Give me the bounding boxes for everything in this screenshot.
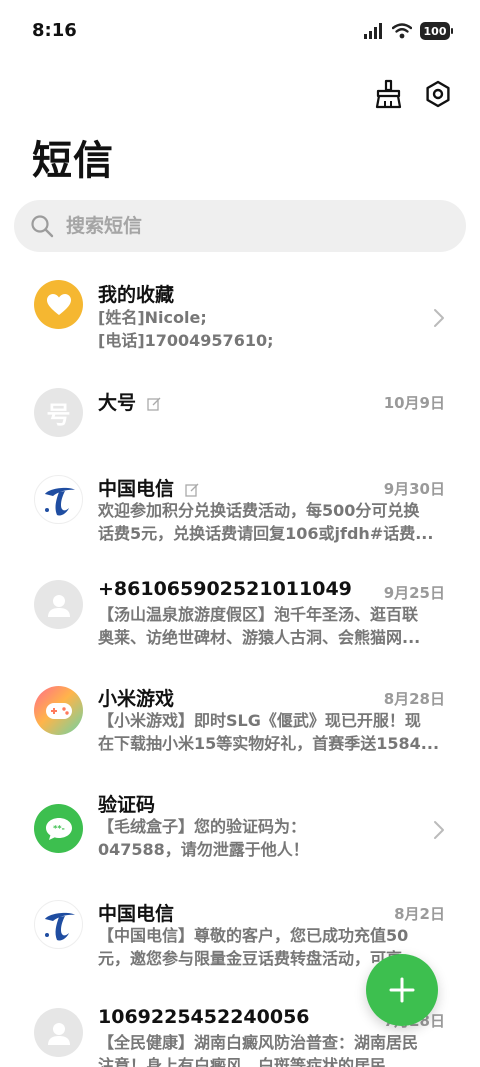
conversation-preview: 【小米游戏】即时SLG《偃武》现已开服！现 在下载抽小米15等实物好礼，首赛季送… [98, 709, 443, 755]
china-telecom-logo-icon [44, 912, 75, 941]
preview-line-2: 奥莱、访绝世碑材、游猿人古洞、会熊猫网... [98, 628, 421, 647]
verification-avatar: **- [34, 804, 83, 853]
draft-icon [184, 483, 199, 497]
conversation-title: +8610659025210110​49 [98, 578, 352, 600]
conversation-item[interactable]: 中国电信 9月30日 欢迎参加积分兑换话费活动，每500分可兑换 话费5元，兑换… [0, 470, 480, 570]
conversation-title: 我的收藏 [98, 284, 175, 306]
chat-bubble-icon: **- [45, 817, 72, 840]
preview-line-1: 【毛绒盒子】您的验证码为： [98, 817, 307, 836]
svg-text:**-: **- [53, 824, 65, 833]
conversation-date: 9月30日 [383, 480, 445, 498]
contact-avatar: 号 [34, 388, 83, 437]
favorite-avatar [34, 280, 83, 329]
draft-icon [146, 397, 161, 411]
gamepad-icon [45, 702, 72, 719]
search-input[interactable] [66, 215, 426, 237]
search-icon [31, 215, 54, 238]
preview-line-2: 注意！身上有白癜风、白斑等症状的居民... [98, 1056, 405, 1067]
person-icon [47, 594, 70, 617]
settings-icon[interactable] [422, 78, 454, 110]
person-icon [47, 1022, 70, 1045]
conversation-title: 1069225452240056 [98, 1006, 310, 1028]
preview-line-1: 【中国电信】尊敬的客户，您已成功充值50 [98, 926, 409, 945]
preview-line-2: [电话]17004957610; [98, 331, 274, 350]
avatar-initial: 号 [46, 401, 71, 429]
preview-line-1: 欢迎参加积分兑换话费活动，每500分可兑换 [98, 501, 420, 520]
preview-line-1: 【全民健康】湖南白癜风防治普查：湖南居民 [98, 1033, 419, 1052]
conversation-title: 中国电信 [98, 474, 199, 501]
conversation-date: 10月9日 [383, 394, 445, 412]
conversation-title-text: 中国电信 [98, 478, 175, 500]
status-icons: 100 [364, 22, 453, 40]
contact-avatar [34, 1008, 83, 1057]
conversation-title: 大号 [98, 388, 161, 415]
status-bar: 8:16 100 [0, 0, 480, 64]
page-title: 短信 [32, 138, 114, 184]
conversation-preview: [姓名]Nicole; [电话]17004957610; [98, 306, 443, 352]
conversation-item[interactable]: 号 大号 10月9日 [0, 376, 480, 476]
chevron-right-icon [434, 309, 444, 327]
conversation-item[interactable]: 小米游戏 8月28日 【小米游戏】即时SLG《偃武》现已开服！现 在下载抽小米1… [0, 682, 480, 782]
conversation-preview: 【全民健康】湖南白癜风防治普查：湖南居民 注意！身上有白癜风、白斑等症状的居民.… [98, 1031, 443, 1067]
search-bar[interactable] [14, 200, 466, 252]
conversation-title-text: 大号 [98, 392, 137, 414]
china-telecom-logo-icon [44, 487, 75, 516]
heart-icon [46, 293, 71, 315]
preview-line-1: 【汤山温泉旅游度假区】泡千年圣汤、逛百联 [98, 605, 419, 624]
broom-icon[interactable] [372, 78, 404, 110]
conversation-item[interactable]: +8610659025210110​49 9月25日 【汤山温泉旅游度假区】泡千… [0, 576, 480, 676]
conversation-date: 9月25日 [383, 584, 445, 602]
preview-line-2: 在下载抽小米15等实物好礼，首赛季送1584... [98, 734, 440, 753]
chevron-right-icon [434, 821, 444, 839]
new-message-button[interactable] [366, 954, 438, 1026]
conversation-title: 小米游戏 [98, 688, 175, 710]
conversation-preview: 欢迎参加积分兑换话费活动，每500分可兑换 话费5元，兑换话费请回复106或jf… [98, 499, 443, 545]
top-actions [372, 78, 454, 110]
conversation-preview: 【毛绒盒子】您的验证码为： 047588，请勿泄露于他人！ [98, 815, 443, 861]
preview-line-2: 047588，请勿泄露于他人！ [98, 840, 309, 859]
preview-line-1: 【小米游戏】即时SLG《偃武》现已开服！现 [98, 711, 421, 730]
preview-line-1: [姓名]Nicole; [98, 308, 207, 327]
signal-icon [364, 23, 382, 39]
conversation-title: 验证码 [98, 794, 156, 816]
battery-icon: 100 [420, 22, 453, 40]
conversation-item[interactable]: 我的收藏 [姓名]Nicole; [电话]17004957610; [0, 270, 480, 370]
telecom-avatar [34, 475, 83, 524]
conversation-preview: 【汤山温泉旅游度假区】泡千年圣汤、逛百联 奥莱、访绝世碑材、游猿人古洞、会熊猫网… [98, 603, 443, 649]
plus-icon [389, 977, 415, 1003]
conversation-item[interactable]: **- 验证码 【毛绒盒子】您的验证码为： 047588，请勿泄露于他人！ [0, 788, 480, 888]
conversation-title: 中国电信 [98, 903, 175, 925]
contact-avatar [34, 580, 83, 629]
conversation-date: 8月2日 [394, 905, 445, 923]
telecom-avatar [34, 900, 83, 949]
conversation-date: 8月28日 [383, 690, 445, 708]
status-time: 8:16 [32, 20, 77, 41]
preview-line-2: 话费5元，兑换话费请回复106或jfdh#话费... [98, 524, 434, 543]
game-avatar [34, 686, 83, 735]
wifi-icon [392, 23, 412, 39]
